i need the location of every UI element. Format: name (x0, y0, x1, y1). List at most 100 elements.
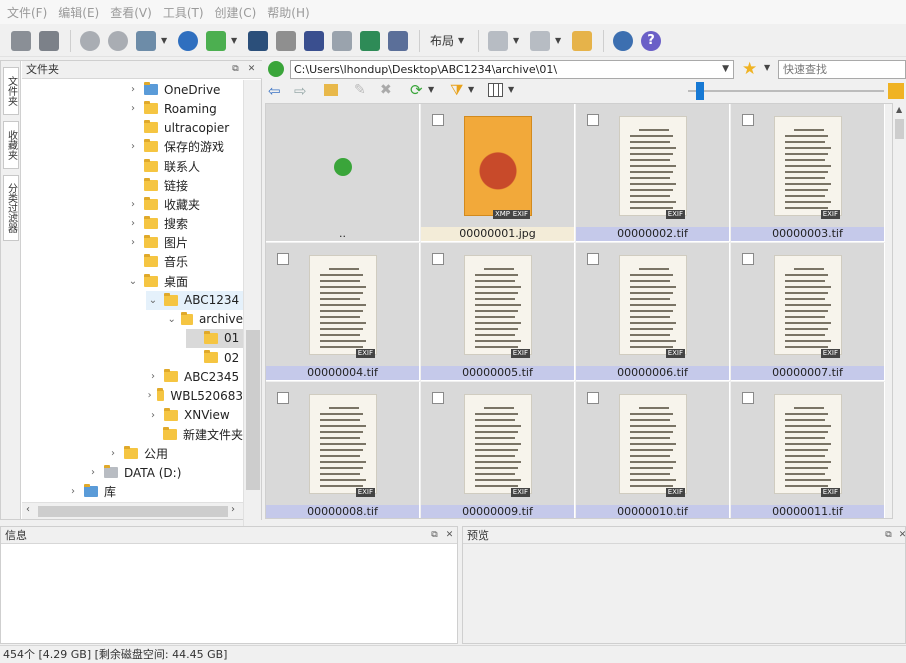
menu-item-0[interactable]: 文件(F) (4, 4, 55, 21)
pane-close-icon[interactable]: ✕ (444, 530, 455, 541)
expand-chevron-icon[interactable]: › (126, 103, 140, 114)
tree-item[interactable]: 01 (186, 328, 243, 348)
menu-item-4[interactable]: 创建(C) (212, 4, 265, 21)
thumbnail-cell[interactable]: EXIF 00000009.tif (421, 382, 575, 518)
tab-folders[interactable]: 文件夹 (3, 67, 19, 115)
expand-chevron-icon[interactable]: › (146, 371, 160, 382)
tree-vertical-scrollbar[interactable] (243, 80, 261, 559)
tree-horizontal-scrollbar[interactable]: ‹ › (22, 502, 243, 519)
thumbnail-cell[interactable]: EXIF 00000010.tif (576, 382, 730, 518)
filter-icon[interactable]: ⧩ (450, 81, 463, 99)
scroll-thumb[interactable] (895, 119, 904, 139)
thumbnail-cell[interactable]: EXIF 00000004.tif (266, 243, 420, 381)
scroll-up-icon[interactable]: ▲ (896, 105, 902, 114)
address-bar[interactable]: C:\Users\lhondup\Desktop\ABC1234\archive… (290, 60, 734, 79)
tree-item[interactable]: 新建文件夹 (146, 425, 243, 444)
tree-item[interactable]: › XNView (146, 406, 243, 425)
tree-item[interactable]: › DATA (D:) (86, 463, 243, 482)
tree-item[interactable]: › 图片 (126, 233, 243, 252)
rotate-left-icon[interactable] (77, 28, 103, 54)
capture-icon[interactable] (385, 28, 411, 54)
delete-icon[interactable]: ✖ (380, 82, 392, 98)
favorite-star-icon[interactable]: ★ (742, 59, 757, 79)
collapse-chevron-icon[interactable]: ⌄ (166, 314, 177, 325)
expand-chevron-icon[interactable]: › (126, 141, 140, 152)
sort-dropdown-icon[interactable]: ▼ (555, 36, 563, 45)
select-checkbox[interactable] (432, 392, 444, 404)
view-mode-icon[interactable] (485, 28, 511, 54)
toggle-panels-icon[interactable] (8, 28, 34, 54)
rotate-right-icon[interactable] (105, 28, 131, 54)
compare-icon[interactable] (245, 28, 271, 54)
grid-vertical-scrollbar[interactable]: ▲ (893, 103, 906, 519)
collapse-chevron-icon[interactable]: ⌄ (126, 276, 140, 287)
thumbnail-cell[interactable]: EXIF 00000008.tif (266, 382, 420, 518)
thumbnail-cell[interactable]: EXIF 00000006.tif (576, 243, 730, 381)
select-checkbox[interactable] (277, 253, 289, 265)
layout-dropdown-icon[interactable]: ▼ (458, 36, 466, 45)
select-checkbox[interactable] (742, 253, 754, 265)
collapse-chevron-icon[interactable]: ⌄ (146, 295, 160, 306)
open-with-icon[interactable] (203, 28, 229, 54)
refresh-icon[interactable]: ⟳ (410, 81, 423, 99)
back-arrow-icon[interactable]: ⇦ (268, 82, 281, 100)
thumbnail-cell[interactable]: EXIF 00000007.tif (731, 243, 885, 381)
thumbnail-cell[interactable]: EXIF 00000005.tif (421, 243, 575, 381)
favorite-dropdown-icon[interactable]: ▼ (764, 63, 770, 72)
tab-category-filter[interactable]: 分类过滤器 (3, 175, 19, 241)
tree-item[interactable]: ultracopier (126, 118, 243, 137)
transform-dropdown-icon[interactable]: ▼ (161, 36, 169, 45)
scroll-right-icon[interactable]: › (231, 504, 235, 515)
select-checkbox[interactable] (277, 392, 289, 404)
select-checkbox[interactable] (587, 253, 599, 265)
thumbnail-cell[interactable]: EXIF 00000002.tif (576, 104, 730, 242)
menu-item-3[interactable]: 工具(T) (160, 4, 212, 21)
menu-item-5[interactable]: 帮助(H) (264, 4, 317, 21)
thumbnail-view-icon[interactable] (488, 83, 503, 97)
pane-close-icon[interactable]: ✕ (897, 530, 906, 541)
thumbnail-cell[interactable]: EXIF 00000011.tif (731, 382, 885, 518)
scroll-left-icon[interactable]: ‹ (26, 504, 30, 515)
tree-item[interactable]: › 公用 (106, 444, 243, 463)
tree-item[interactable]: 链接 (126, 176, 243, 195)
select-checkbox[interactable] (587, 392, 599, 404)
expand-chevron-icon[interactable]: › (126, 237, 140, 248)
fullscreen-icon[interactable] (36, 28, 62, 54)
expand-chevron-icon[interactable]: › (146, 410, 160, 421)
settings-gear-icon[interactable] (610, 28, 636, 54)
tab-favorites[interactable]: 收藏夹 (3, 121, 19, 169)
scan-icon[interactable] (301, 28, 327, 54)
thumbnail-cell[interactable]: EXIF 00000003.tif (731, 104, 885, 242)
open-with-dropdown-icon[interactable]: ▼ (231, 36, 239, 45)
expand-chevron-icon[interactable]: › (126, 199, 140, 210)
go-up-icon[interactable] (268, 61, 284, 77)
pane-restore-icon[interactable]: ⧉ (883, 530, 894, 541)
forward-arrow-icon[interactable]: ⇨ (294, 82, 307, 100)
tree-item[interactable]: › Roaming (126, 99, 243, 118)
tree-item[interactable]: › ABC2345 (146, 367, 243, 386)
tree-item[interactable]: › WBL520683 (146, 386, 243, 405)
tree-item[interactable]: ⌄ ABC1234 (146, 290, 243, 310)
thumbnail-size-slider[interactable] (688, 90, 884, 92)
tree-item[interactable]: ⌄ 桌面 (126, 272, 243, 291)
address-dropdown-icon[interactable]: ▼ (722, 61, 729, 78)
tree-item[interactable]: 02 (186, 348, 243, 367)
view-dropdown-icon[interactable]: ▼ (508, 85, 514, 94)
transform-icon[interactable] (133, 28, 159, 54)
select-checkbox[interactable] (432, 114, 444, 126)
help-icon[interactable]: ? (638, 28, 664, 54)
tree-item[interactable]: 联系人 (126, 157, 243, 176)
sort-icon[interactable] (527, 28, 553, 54)
thumbnail-cell[interactable]: .. (266, 104, 420, 242)
view-mode-dropdown-icon[interactable]: ▼ (513, 36, 521, 45)
tree-item[interactable]: 音乐 (126, 252, 243, 271)
select-checkbox[interactable] (432, 253, 444, 265)
export-icon[interactable] (357, 28, 383, 54)
tree-item[interactable]: › 收藏夹 (126, 195, 243, 214)
tree-item[interactable]: › 库 (66, 482, 243, 501)
tree-item[interactable]: › 搜索 (126, 214, 243, 233)
scroll-thumb[interactable] (38, 506, 228, 517)
rename-icon[interactable]: ✎ (354, 82, 366, 98)
expand-chevron-icon[interactable]: › (146, 390, 153, 401)
filter-dropdown-icon[interactable]: ▼ (468, 85, 474, 94)
